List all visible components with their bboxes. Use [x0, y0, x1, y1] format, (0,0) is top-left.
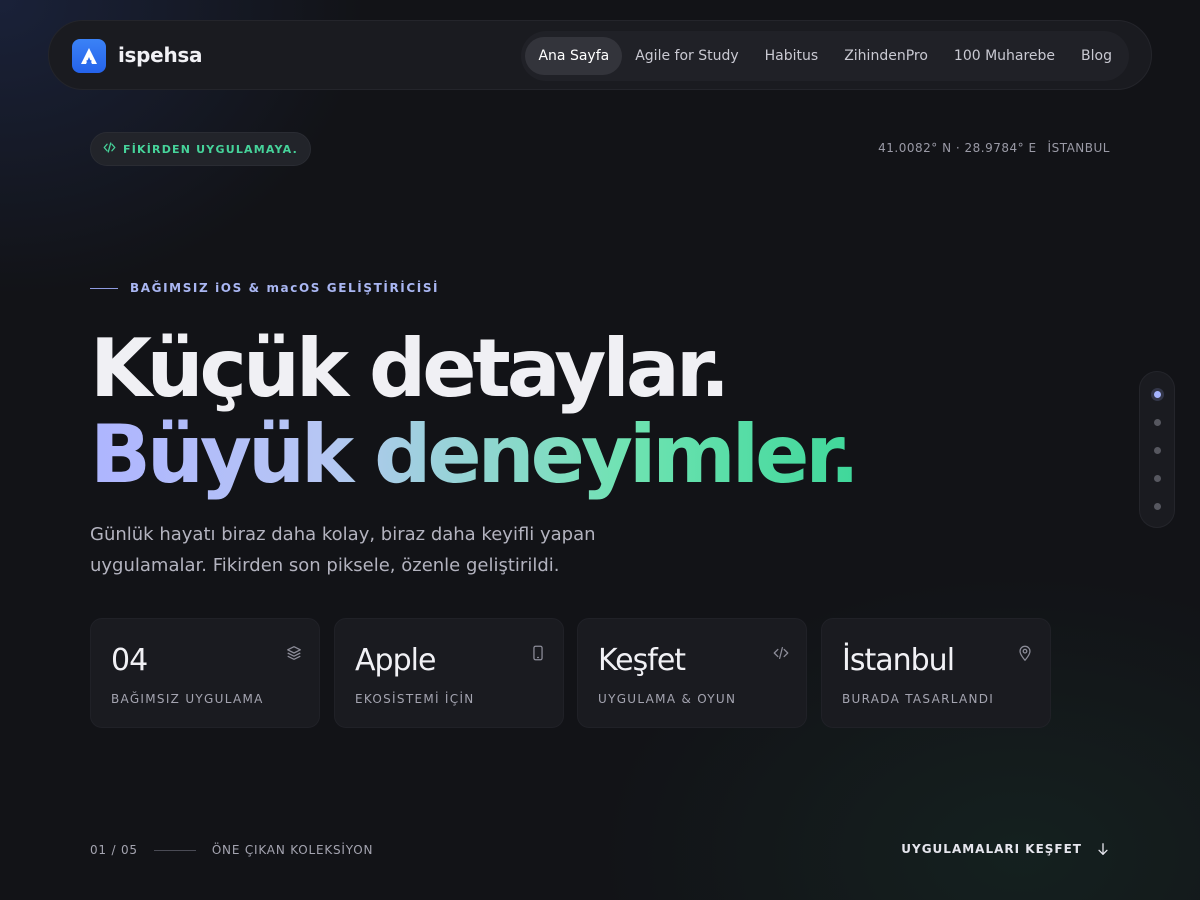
section-dot-3[interactable] — [1154, 447, 1161, 454]
section-dot-5[interactable] — [1154, 503, 1161, 510]
hero-tag-pill: FİKİRDEN UYGULAMAYA. — [90, 132, 311, 166]
stat-label: BURADA TASARLANDI — [842, 692, 995, 706]
coordinates-text: 41.0082° N · 28.9784° E — [878, 141, 1037, 155]
stat-label: BAĞIMSIZ UYGULAMA — [111, 692, 264, 706]
stat-value: 04 — [111, 643, 148, 678]
brand-logo-icon[interactable] — [72, 39, 106, 73]
section-pagination — [1139, 371, 1175, 528]
nav-item-blog[interactable]: Blog — [1068, 37, 1125, 75]
eyebrow-divider — [90, 287, 118, 289]
section-dot-4[interactable] — [1154, 475, 1161, 482]
location-coordinates: 41.0082° N · 28.9784° E İSTANBUL — [878, 141, 1110, 155]
nav-item-agile-for-study[interactable]: Agile for Study — [622, 37, 751, 75]
explore-apps-link[interactable]: UYGULAMALARI KEŞFET — [901, 842, 1110, 856]
brand-name[interactable]: ispehsa — [118, 43, 202, 67]
top-navbar: ispehsa Ana Sayfa Agile for Study Habitu… — [48, 20, 1152, 90]
stat-value: Keşfet — [598, 643, 686, 678]
layers-icon — [287, 646, 301, 660]
stat-value: İstanbul — [842, 643, 955, 678]
hero-tag-label: FİKİRDEN UYGULAMAYA. — [123, 142, 298, 156]
stat-card-explore[interactable]: Keşfet UYGULAMA & OYUN — [577, 618, 807, 728]
explore-apps-label: UYGULAMALARI KEŞFET — [901, 842, 1082, 856]
section-dot-2[interactable] — [1154, 419, 1161, 426]
slide-counter: 01 / 05 — [90, 843, 138, 857]
city-label: İSTANBUL — [1047, 141, 1110, 155]
nav-item-zihindenpro[interactable]: ZihindenPro — [831, 37, 941, 75]
nav-item-ana-sayfa[interactable]: Ana Sayfa — [525, 37, 623, 75]
nav-item-100-muharebe[interactable]: 100 Muharebe — [941, 37, 1068, 75]
stat-label: EKOSİSTEMİ İÇİN — [355, 692, 475, 706]
collection-label: ÖNE ÇIKAN KOLEKSİYON — [211, 843, 374, 857]
nav-item-habitus[interactable]: Habitus — [752, 37, 832, 75]
location-pin-icon — [1019, 645, 1031, 662]
arrow-down-icon — [1098, 843, 1108, 855]
stat-card-apple: Apple EKOSİSTEMİ İÇİN — [334, 618, 564, 728]
hero-title-line-1: Küçük detaylar. — [90, 322, 730, 415]
stat-card-istanbul: İstanbul BURADA TASARLANDI — [821, 618, 1051, 728]
collection-indicator: 01 / 05 ÖNE ÇIKAN KOLEKSİYON — [90, 843, 373, 857]
stat-card-apps: 04 BAĞIMSIZ UYGULAMA — [90, 618, 320, 728]
eyebrow-text: BAĞIMSIZ iOS & macOS GELİŞTİRİCİSİ — [130, 281, 440, 295]
footer-divider — [153, 849, 196, 851]
hero-eyebrow: BAĞIMSIZ iOS & macOS GELİŞTİRİCİSİ — [90, 281, 439, 295]
hero-title-line-2: Büyük deneyimler. — [90, 408, 860, 501]
code-icon — [773, 646, 789, 660]
nav-menu: Ana Sayfa Agile for Study Habitus Zihind… — [521, 31, 1129, 81]
hero-description: Günlük hayatı biraz daha kolay, biraz da… — [90, 524, 596, 576]
stat-value: Apple — [355, 643, 436, 678]
stat-label: UYGULAMA & OYUN — [598, 692, 737, 706]
section-dot-1[interactable] — [1154, 391, 1161, 398]
phone-icon — [533, 645, 543, 661]
code-icon — [103, 141, 116, 157]
